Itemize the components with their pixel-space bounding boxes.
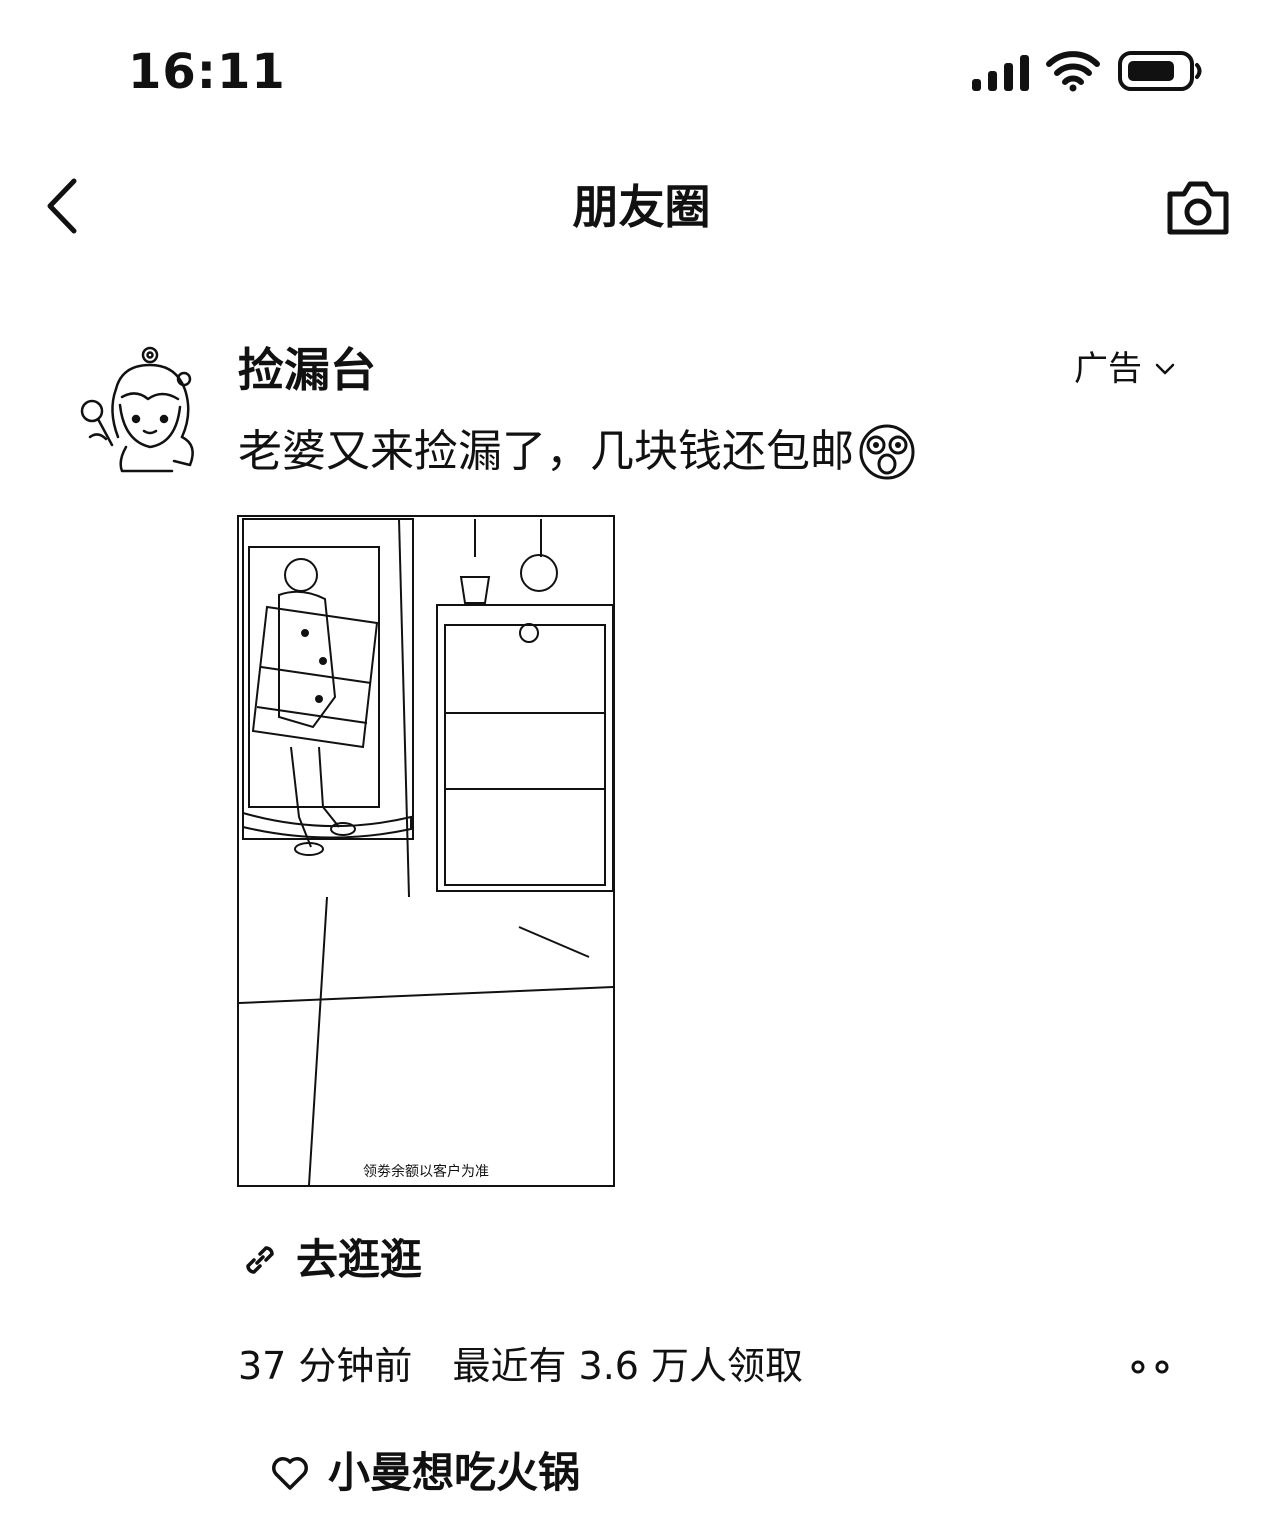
photo-content-image [239, 518, 613, 1185]
likes-row: 小曼想吃火锅 [270, 1445, 580, 1501]
post-text: 老婆又来捡漏了，几块钱还包邮 [238, 420, 916, 484]
link-icon [246, 1246, 274, 1274]
more-dots-icon[interactable] [1128, 1356, 1172, 1378]
link-label: 去逛逛 [296, 1235, 423, 1284]
camera-icon[interactable] [1166, 178, 1230, 236]
post-text-body: 老婆又来捡漏了，几块钱还包邮 [238, 426, 854, 477]
go-shopping-link[interactable]: 去逛逛 [240, 1232, 422, 1288]
claim-count: 最近有 3.6 万人领取 [452, 1344, 804, 1388]
chevron-down-icon [1155, 363, 1175, 375]
ad-label: 广告 [1074, 349, 1142, 389]
status-time: 16:11 [128, 44, 286, 100]
page-title: 朋友圈 [572, 180, 711, 234]
post-image[interactable]: 领劵余额以客户为准 [237, 515, 615, 1187]
ad-tag[interactable]: 广告 [1074, 344, 1176, 394]
avatar[interactable] [78, 345, 208, 475]
cellular-signal-icon [972, 55, 1029, 91]
post-username[interactable]: 捡漏台 [238, 338, 376, 402]
liked-by-name[interactable]: 小曼想吃火锅 [328, 1445, 580, 1501]
post-meta: 37 分钟前 最近有 3.6 万人领取 [238, 1340, 803, 1392]
wifi-icon [1046, 51, 1100, 92]
photo-caption: 领劵余额以客户为准 [363, 1164, 489, 1180]
battery-icon [1118, 51, 1202, 91]
surprised-emoji-icon [859, 424, 915, 480]
post-time: 37 分钟前 [238, 1344, 413, 1388]
heart-icon [272, 1457, 308, 1490]
